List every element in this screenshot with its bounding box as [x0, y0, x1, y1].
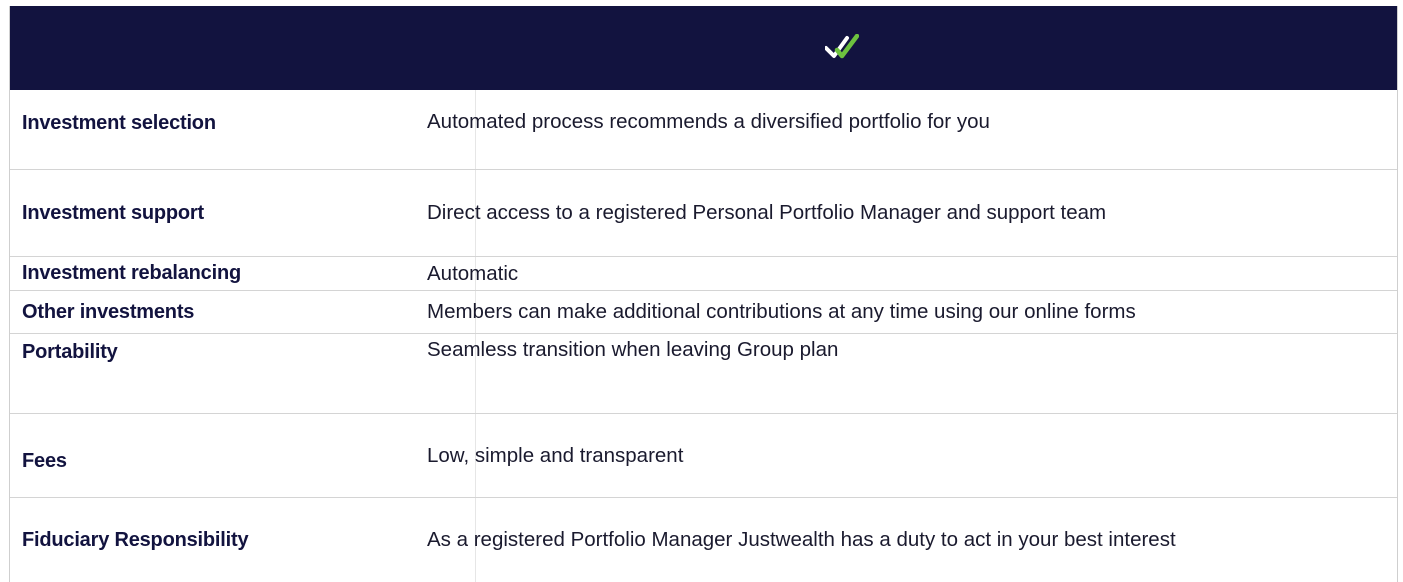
- row-value: Members can make additional contribution…: [427, 300, 1136, 323]
- row-value: Direct access to a registered Personal P…: [427, 201, 1107, 224]
- double-check-icon: [825, 34, 859, 59]
- row-value: Seamless transition when leaving Group p…: [427, 338, 839, 361]
- table-row: Portability Seamless transition when lea…: [10, 334, 1397, 414]
- row-label: Fees: [22, 450, 67, 472]
- row-label: Investment support: [22, 201, 204, 224]
- comparison-table: Investment selection Automated process r…: [9, 6, 1398, 582]
- table-header: [10, 6, 1397, 90]
- table-row: Other investments Members can make addit…: [10, 291, 1397, 334]
- row-value: Automatic: [427, 261, 519, 285]
- row-label: Other investments: [22, 300, 195, 323]
- table-row: Investment selection Automated process r…: [10, 90, 1397, 170]
- row-value: As a registered Portfolio Manager Justwe…: [427, 528, 1176, 551]
- table-row: Fees Low, simple and transparent: [10, 414, 1397, 498]
- row-label: Fiduciary Responsibility: [22, 528, 249, 551]
- row-label: Investment selection: [22, 112, 216, 134]
- row-value: Automated process recommends a diversifi…: [427, 110, 990, 133]
- row-value: Low, simple and transparent: [427, 444, 684, 467]
- row-label: Investment rebalancing: [22, 262, 241, 284]
- table-row: Fiduciary Responsibility As a registered…: [10, 498, 1397, 582]
- table-row: Investment support Direct access to a re…: [10, 170, 1397, 257]
- row-label: Portability: [22, 341, 118, 363]
- table-row: Investment rebalancing Automatic: [10, 257, 1397, 291]
